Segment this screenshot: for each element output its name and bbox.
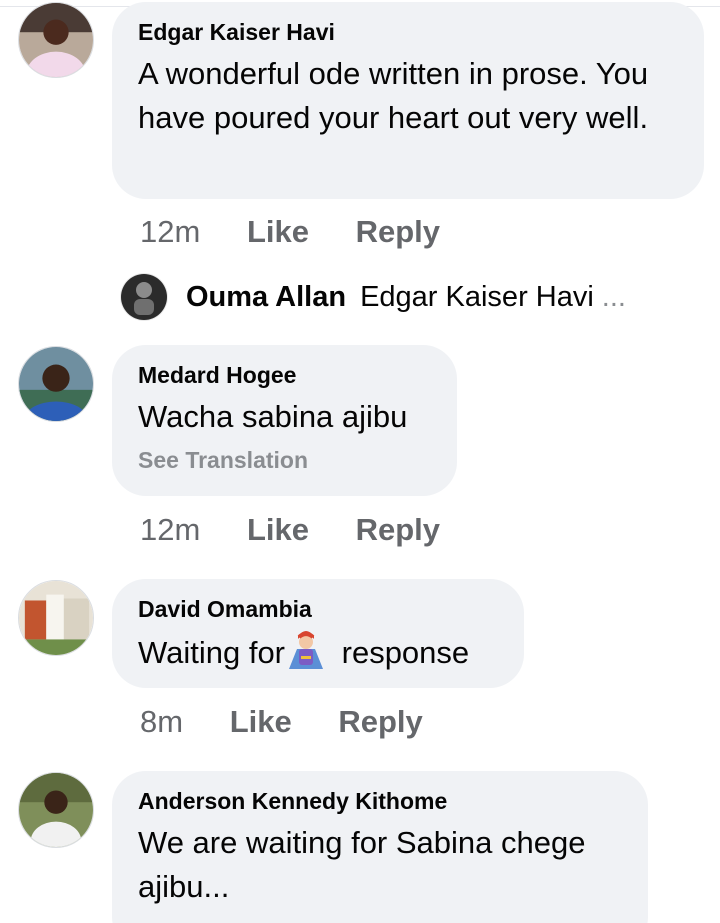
comment-actions: 12m Like Reply bbox=[140, 214, 440, 250]
reply-ellipsis: ... bbox=[601, 280, 626, 313]
comment-time[interactable]: 12m bbox=[140, 512, 200, 548]
comment-author[interactable]: Anderson Kennedy Kithome bbox=[138, 787, 622, 815]
comment-bubble[interactable]: Anderson Kennedy Kithome We are waiting … bbox=[112, 771, 648, 923]
comment-text: Waiting for response bbox=[138, 629, 498, 675]
comment-text-after: response bbox=[333, 635, 470, 670]
like-button[interactable]: Like bbox=[247, 214, 309, 250]
superhero-woman-sticker-icon bbox=[285, 629, 327, 671]
comment-actions: 8m Like Reply bbox=[140, 704, 423, 740]
comment-author[interactable]: David Omambia bbox=[138, 595, 498, 623]
avatar-ouma[interactable] bbox=[120, 273, 168, 321]
reply-button[interactable]: Reply bbox=[356, 512, 440, 548]
comment-text-before: Waiting for bbox=[138, 635, 286, 670]
reply-button[interactable]: Reply bbox=[356, 214, 440, 250]
comment-bubble[interactable]: Edgar Kaiser Havi A wonderful ode writte… bbox=[112, 2, 704, 199]
comment-actions: 12m Like Reply bbox=[140, 512, 440, 548]
comment-text: Wacha sabina ajibu bbox=[138, 399, 408, 434]
comment-bubble[interactable]: Medard Hogee Wacha sabina ajibu See Tran… bbox=[112, 345, 457, 496]
comment-bubble[interactable]: David Omambia Waiting for response bbox=[112, 579, 524, 688]
reply-preview[interactable]: Ouma Allan Edgar Kaiser Havi ... bbox=[120, 272, 626, 322]
like-button[interactable]: Like bbox=[247, 512, 309, 548]
comment-text: A wonderful ode written in prose. You ha… bbox=[138, 56, 649, 135]
avatar-medard[interactable] bbox=[18, 346, 94, 422]
avatar-david[interactable] bbox=[18, 580, 94, 656]
like-button[interactable]: Like bbox=[230, 704, 292, 740]
comments-thread: Edgar Kaiser Havi A wonderful ode writte… bbox=[0, 0, 720, 923]
avatar-edgar[interactable] bbox=[18, 2, 94, 78]
reply-text: Edgar Kaiser Havi bbox=[360, 280, 594, 313]
avatar-anderson[interactable] bbox=[18, 772, 94, 848]
comment-author[interactable]: Edgar Kaiser Havi bbox=[138, 18, 678, 46]
comment-time[interactable]: 8m bbox=[140, 704, 183, 740]
see-translation-link[interactable]: See Translation bbox=[138, 447, 431, 474]
reply-button[interactable]: Reply bbox=[338, 704, 422, 740]
comment-author[interactable]: Medard Hogee bbox=[138, 361, 431, 389]
reply-author[interactable]: Ouma Allan bbox=[186, 281, 346, 314]
comment-time[interactable]: 12m bbox=[140, 214, 200, 250]
comment-text: We are waiting for Sabina chege ajibu... bbox=[138, 825, 586, 904]
